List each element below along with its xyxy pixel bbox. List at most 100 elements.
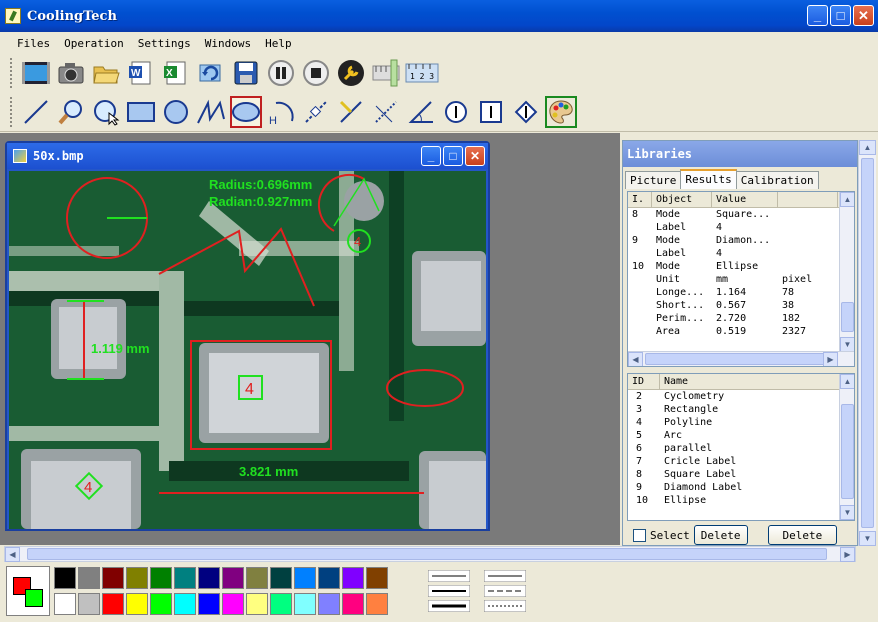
results-row[interactable]: 10 Mode Ellipse — [628, 260, 854, 273]
stop-button[interactable] — [300, 57, 332, 89]
current-colors[interactable] — [6, 566, 50, 616]
hscroll-thumb[interactable] — [27, 548, 827, 560]
list-item[interactable]: 3 Rectangle — [628, 403, 854, 416]
color-swatch[interactable] — [198, 593, 220, 615]
scroll-right-arrow[interactable]: ▶ — [823, 352, 838, 366]
panel-vscroll[interactable]: ▲ ▼ — [858, 140, 876, 546]
scroll-left-arrow[interactable]: ◀ — [5, 547, 20, 562]
color-swatch[interactable] — [270, 593, 292, 615]
menu-operation[interactable]: Operation — [57, 35, 131, 52]
menu-windows[interactable]: Windows — [198, 35, 258, 52]
toolbar-grip[interactable] — [10, 58, 13, 88]
results-vscroll[interactable]: ▲ ▼ — [839, 192, 854, 352]
col-value[interactable]: Value — [712, 192, 778, 207]
export-excel-button[interactable]: X — [160, 57, 192, 89]
list-item[interactable]: 2 Cyclometry — [628, 390, 854, 403]
color-palette-button[interactable] — [545, 95, 577, 128]
square-label-tool[interactable] — [475, 96, 507, 128]
line-style-dotted[interactable] — [484, 600, 526, 612]
color-swatch[interactable] — [174, 567, 196, 589]
scroll-thumb[interactable] — [841, 404, 854, 499]
results-row[interactable]: Label 4 — [628, 247, 854, 260]
menu-help[interactable]: Help — [258, 35, 299, 52]
col-index[interactable]: I. — [628, 192, 652, 207]
video-button[interactable] — [20, 57, 52, 89]
line-style-medium[interactable] — [428, 585, 470, 597]
scroll-left-arrow[interactable]: ◀ — [628, 352, 643, 366]
color-swatch[interactable] — [78, 567, 100, 589]
color-swatch[interactable] — [78, 593, 100, 615]
col-object[interactable]: Object — [652, 192, 712, 207]
object-list-vscroll[interactable]: ▲ ▼ — [839, 374, 854, 520]
scroll-up-arrow[interactable]: ▲ — [840, 374, 854, 389]
save-button[interactable] — [230, 57, 262, 89]
results-hscroll[interactable]: ◀ ▶ — [628, 351, 854, 366]
image-maximize-button[interactable]: □ — [443, 146, 463, 166]
pcb-image[interactable]: Radius:0.696mm Radian:0.927mm 4 1.119 mm… — [9, 171, 486, 529]
col-name[interactable]: Name — [660, 374, 840, 389]
color-swatch[interactable] — [174, 593, 196, 615]
color-swatch[interactable] — [150, 567, 172, 589]
menu-settings[interactable]: Settings — [131, 35, 198, 52]
col-id[interactable]: ID — [628, 374, 660, 389]
results-row[interactable]: Longe... 1.164 78 — [628, 286, 854, 299]
results-row[interactable]: Area 0.519 2327 — [628, 325, 854, 338]
scroll-down-arrow[interactable]: ▼ — [840, 337, 854, 352]
results-row[interactable]: Short... 0.567 38 — [628, 299, 854, 312]
hscroll-thumb[interactable] — [645, 353, 825, 365]
list-item[interactable]: 6 parallel — [628, 442, 854, 455]
scroll-right-arrow[interactable]: ▶ — [840, 547, 855, 562]
angle-tool[interactable] — [405, 96, 437, 128]
circle-tool[interactable] — [160, 96, 192, 128]
settings-button[interactable] — [335, 57, 367, 89]
object-list[interactable]: ID Name 2 Cyclometry 3 Rectangle 4 Polyline 5 A… — [627, 373, 855, 521]
delete-button[interactable]: Delete — [693, 525, 748, 545]
open-button[interactable] — [90, 57, 122, 89]
tab-picture[interactable]: Picture — [625, 171, 682, 189]
image-window-titlebar[interactable]: 50x.bmp _ □ ✕ — [7, 143, 488, 169]
polyline-tool[interactable] — [195, 96, 227, 128]
line-style-thin[interactable] — [428, 570, 470, 582]
parallel-tool[interactable] — [300, 96, 332, 128]
tab-calibration[interactable]: Calibration — [735, 171, 819, 189]
maximize-button[interactable]: □ — [830, 5, 851, 26]
list-item[interactable]: 10 Ellipse — [628, 494, 854, 507]
color-swatch[interactable] — [102, 593, 124, 615]
results-row[interactable]: Perim... 2.720 182 — [628, 312, 854, 325]
color-swatch[interactable] — [198, 567, 220, 589]
results-row[interactable]: 9 Mode Diamon... — [628, 234, 854, 247]
circle-label-tool[interactable] — [440, 96, 472, 128]
refresh-button[interactable] — [195, 57, 227, 89]
color-swatch[interactable] — [150, 593, 172, 615]
line-tool[interactable] — [20, 96, 52, 128]
color-swatch[interactable] — [246, 567, 268, 589]
scroll-thumb[interactable] — [841, 302, 854, 332]
minimize-button[interactable]: _ — [807, 5, 828, 26]
color-swatch[interactable] — [246, 593, 268, 615]
color-swatch[interactable] — [222, 567, 244, 589]
export-word-button[interactable]: W — [125, 57, 157, 89]
results-grid[interactable]: I. Object Value 8 Mode Square... Label 4 9 Mod… — [627, 191, 855, 367]
arc-tool[interactable]: H — [265, 96, 297, 128]
col-extra[interactable] — [778, 192, 838, 207]
color-swatch[interactable] — [54, 567, 76, 589]
ellipse-tool[interactable] — [230, 95, 262, 128]
zoom-tool[interactable] — [55, 96, 87, 128]
list-item[interactable]: 8 Square Label — [628, 468, 854, 481]
angle-line-tool[interactable] — [335, 96, 367, 128]
camera-button[interactable] — [55, 57, 87, 89]
image-close-button[interactable]: ✕ — [465, 146, 485, 166]
select-checkbox[interactable] — [633, 528, 646, 542]
scroll-down-arrow[interactable]: ▼ — [840, 505, 854, 520]
color-swatch[interactable] — [222, 593, 244, 615]
color-swatch[interactable] — [366, 593, 388, 615]
color-swatch[interactable] — [270, 567, 292, 589]
color-swatch[interactable] — [126, 593, 148, 615]
results-row[interactable]: Unit mm pixel — [628, 273, 854, 286]
line-style-dashed[interactable] — [484, 585, 526, 597]
results-row[interactable]: 8 Mode Square... — [628, 208, 854, 221]
list-item[interactable]: 7 Cricle Label — [628, 455, 854, 468]
color-swatch[interactable] — [54, 593, 76, 615]
distance-tool[interactable] — [370, 96, 402, 128]
color-swatch[interactable] — [318, 567, 340, 589]
